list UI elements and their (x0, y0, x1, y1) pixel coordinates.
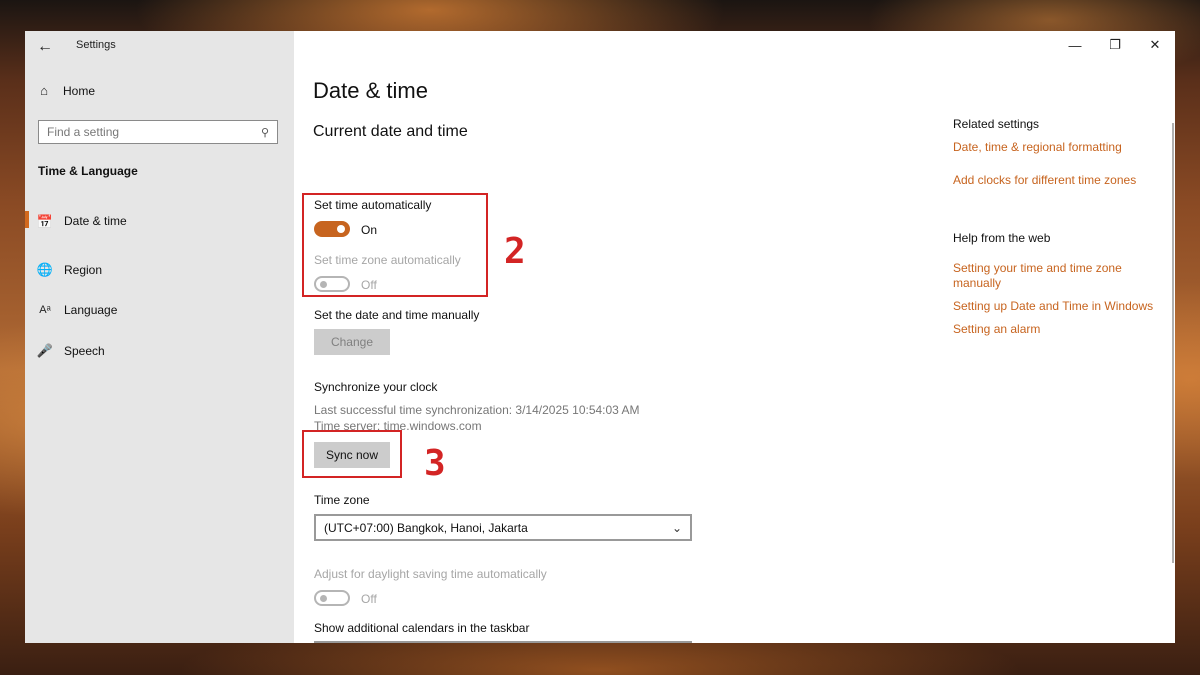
link-add-clocks[interactable]: Add clocks for different time zones (953, 173, 1163, 188)
link-help-date-time[interactable]: Setting up Date and Time in Windows (953, 299, 1163, 314)
globe-icon: 🌐 (36, 261, 54, 277)
sidebar-item-label: Date & time (64, 214, 127, 228)
content-pane: — ❐ ✕ Date & time Current date and time … (294, 31, 1175, 643)
search-placeholder: Find a setting (47, 125, 120, 139)
section-heading: Time & Language (38, 164, 138, 178)
timezone-label: Time zone (314, 493, 370, 507)
calendars-label: Show additional calendars in the taskbar (314, 621, 530, 635)
close-icon[interactable]: ✕ (1135, 31, 1175, 59)
link-help-time-zone[interactable]: Setting your time and time zone manually (953, 261, 1138, 291)
link-regional-formatting[interactable]: Date, time & regional formatting (953, 140, 1163, 155)
search-icon[interactable]: ⚲ (261, 126, 269, 139)
nav-home[interactable]: ⌂ Home (37, 83, 95, 98)
help-heading: Help from the web (953, 231, 1051, 245)
settings-window: ← Settings ⌂ Home Find a setting ⚲ Time … (25, 31, 1175, 643)
timezone-value: (UTC+07:00) Bangkok, Hanoi, Jakarta (324, 520, 528, 535)
window-controls: — ❐ ✕ (1055, 31, 1175, 59)
change-button[interactable]: Change (314, 329, 390, 355)
toggle-knob (320, 595, 327, 602)
annotation-number-2: 2 (504, 231, 526, 272)
minimize-icon[interactable]: — (1055, 31, 1095, 59)
sync-label: Synchronize your clock (314, 380, 438, 394)
sidebar-item-region[interactable]: 🌐 Region (25, 250, 294, 291)
page-title: Date & time (313, 78, 428, 103)
dst-toggle[interactable] (314, 590, 350, 606)
calendar-clock-icon: 📅 (36, 214, 54, 229)
dst-state: Off (361, 592, 377, 606)
search-input[interactable]: Find a setting ⚲ (38, 120, 278, 144)
microphone-icon: 🎤 (36, 342, 54, 358)
related-heading: Related settings (953, 117, 1040, 131)
restore-icon[interactable]: ❐ (1095, 31, 1135, 59)
home-icon: ⌂ (40, 83, 48, 98)
annotation-box-3 (302, 430, 402, 478)
manual-label: Set the date and time manually (314, 308, 480, 322)
language-icon: Aᵃ (39, 304, 51, 317)
nav-home-label: Home (63, 83, 96, 98)
sidebar: ← Settings ⌂ Home Find a setting ⚲ Time … (25, 31, 294, 643)
sidebar-item-label: Language (64, 303, 118, 318)
sidebar-item-label: Speech (64, 343, 105, 358)
nav-list: 📅 Date & time 🌐 Region Aᵃ Language 🎤 Spe… (25, 209, 294, 371)
scrollbar[interactable] (1172, 123, 1174, 563)
back-arrow-icon[interactable]: ← (35, 37, 55, 57)
sidebar-item-speech[interactable]: 🎤 Speech (25, 331, 294, 372)
timezone-select[interactable]: (UTC+07:00) Bangkok, Hanoi, Jakarta ⌄ (314, 514, 692, 541)
dst-label: Adjust for daylight saving time automati… (314, 567, 547, 581)
section-title: Current date and time (313, 123, 468, 140)
annotation-box-2 (302, 193, 488, 297)
last-sync-text: Last successful time synchronization: 3/… (314, 403, 640, 417)
link-help-alarm[interactable]: Setting an alarm (953, 322, 1163, 337)
sidebar-item-language[interactable]: Aᵃ Language (25, 290, 294, 331)
chevron-down-icon: ⌄ (671, 520, 682, 535)
annotation-number-3: 3 (424, 443, 446, 484)
related-settings: Related settings Date, time & regional f… (953, 117, 1163, 337)
calendars-select-edge[interactable] (314, 641, 692, 643)
app-title: Settings (76, 39, 116, 51)
sidebar-item-date-time[interactable]: 📅 Date & time (25, 209, 294, 250)
sidebar-item-label: Region (64, 262, 103, 277)
